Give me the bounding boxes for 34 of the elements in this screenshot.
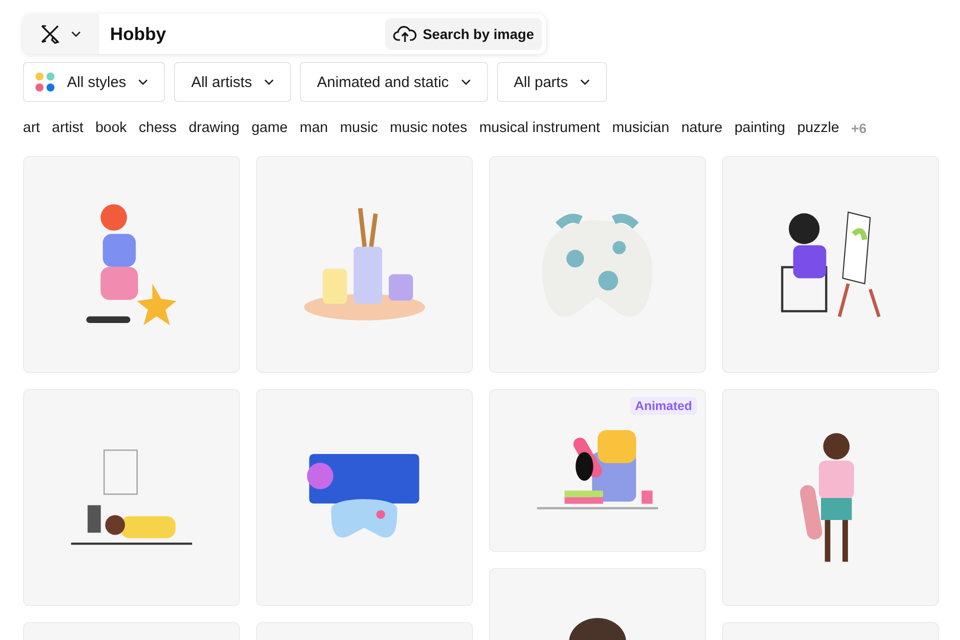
chevron-down-icon [138, 79, 148, 85]
tag-link[interactable]: music [340, 120, 378, 136]
filter-dropdown[interactable]: All parts [496, 62, 607, 102]
filter-dropdown[interactable]: All styles [23, 62, 166, 102]
tag-link[interactable]: artist [52, 120, 84, 136]
tag-link[interactable]: drawing [188, 120, 240, 136]
filter-dropdown[interactable]: Animated and static [300, 62, 488, 102]
tag-link[interactable]: man [300, 120, 328, 136]
search-field[interactable]: Hobby [99, 24, 385, 44]
tag-link[interactable]: book [95, 120, 127, 136]
category-dropdown[interactable] [23, 14, 99, 54]
chevron-down-icon [71, 31, 81, 37]
pencil-brush-icon [39, 23, 61, 45]
chevron-down-icon [460, 79, 471, 85]
chevron-down-icon [264, 79, 274, 85]
search-by-image-button[interactable]: Search by image [384, 18, 542, 50]
chevron-down-icon [580, 79, 590, 85]
illustration-card[interactable] [722, 156, 939, 373]
tag-link[interactable]: musical instrument [479, 120, 600, 136]
tag-link[interactable]: painting [734, 120, 786, 136]
tag-link[interactable]: nature [681, 120, 722, 136]
filter-dropdown[interactable]: All artists [174, 62, 292, 102]
tag-link[interactable]: music notes [390, 120, 468, 136]
tag-link[interactable]: chess [138, 120, 177, 136]
tag-link[interactable]: art [23, 120, 40, 136]
animated-badge: Animated [630, 397, 697, 415]
cloud-upload-icon [392, 25, 417, 43]
color-dots-icon [35, 72, 55, 92]
tag-link[interactable]: game [251, 120, 288, 136]
illustration-card[interactable] [722, 389, 939, 606]
illustration-card[interactable]: Animated [489, 389, 706, 552]
tag-link[interactable]: puzzle [797, 120, 840, 136]
tag-link[interactable]: musician [612, 120, 670, 136]
illustration-card[interactable] [256, 389, 473, 606]
